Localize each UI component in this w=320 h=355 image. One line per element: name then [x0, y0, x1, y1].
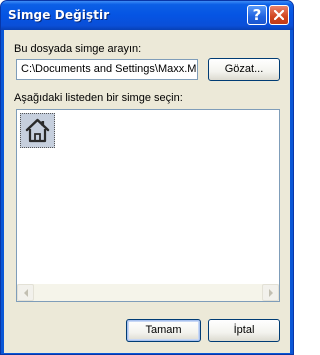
scroll-right-button[interactable]	[262, 284, 279, 301]
title-bar[interactable]: Simge Değiştir ?	[1, 1, 293, 30]
arrow-right-icon	[269, 289, 273, 297]
close-icon	[274, 10, 284, 20]
browse-button[interactable]: Gözat...	[208, 58, 280, 81]
file-search-label: Bu dosyada simge arayın:	[14, 43, 142, 55]
ok-button[interactable]: Tamam	[126, 319, 201, 342]
change-icon-dialog: Simge Değiştir ? Bu dosyada simge arayın…	[0, 0, 294, 355]
cancel-button[interactable]: İptal	[208, 319, 280, 342]
dialog-body: Bu dosyada simge arayın: C:\Documents an…	[4, 30, 290, 353]
file-path-input[interactable]: C:\Documents and Settings\Maxx.M	[16, 59, 198, 80]
arrow-left-icon	[24, 289, 28, 297]
horizontal-scrollbar[interactable]	[17, 284, 279, 301]
home-icon	[25, 118, 50, 143]
scroll-left-button[interactable]	[17, 284, 34, 301]
icon-list-item[interactable]	[20, 113, 55, 148]
dialog-title: Simge Değiştir	[8, 8, 110, 22]
icon-list-label: Aşağıdaki listeden bir simge seçin:	[14, 92, 183, 104]
icon-listbox[interactable]	[16, 109, 280, 302]
help-button[interactable]: ?	[247, 5, 267, 25]
close-button[interactable]	[269, 5, 289, 25]
